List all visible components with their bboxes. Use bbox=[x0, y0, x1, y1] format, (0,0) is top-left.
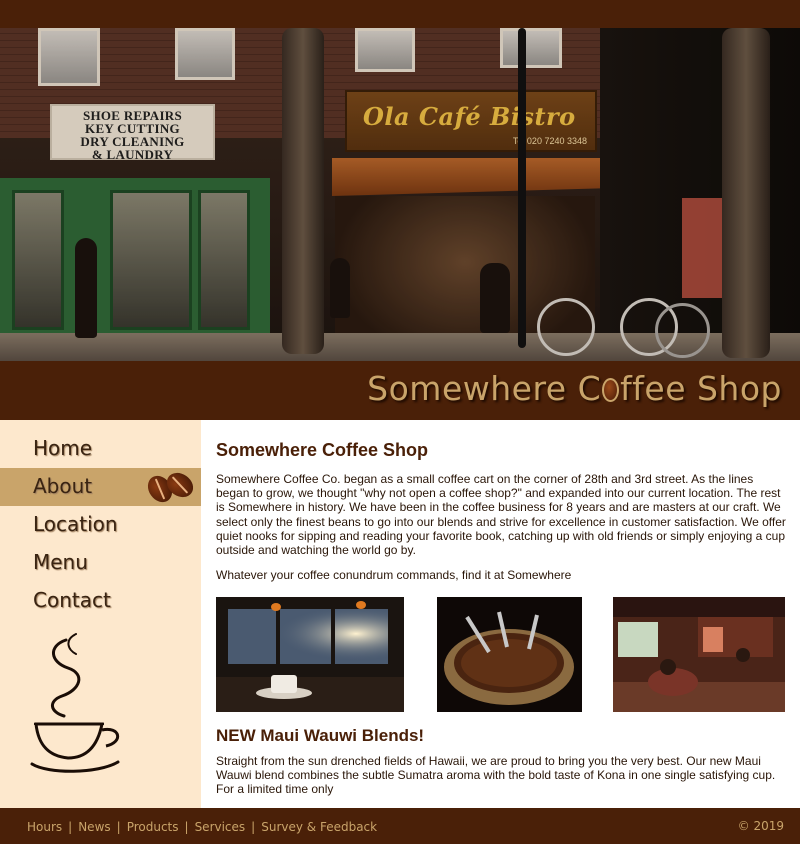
cafe-window-photo bbox=[216, 597, 404, 712]
site-title-end: ffee Shop bbox=[620, 369, 782, 408]
nav-menu[interactable]: Menu bbox=[0, 544, 201, 582]
copyright: © 2019 bbox=[737, 819, 784, 833]
top-bar bbox=[0, 0, 800, 28]
coffee-beans-photo bbox=[437, 597, 582, 712]
footer-separator: | bbox=[251, 820, 256, 834]
blend-heading: NEW Maui Wauwi Blends! bbox=[216, 726, 425, 745]
site-header: Somewhere C ffee Shop bbox=[0, 361, 800, 420]
footer-separator: | bbox=[184, 820, 189, 834]
footer-link-hours[interactable]: Hours bbox=[27, 820, 62, 834]
footer-separator: | bbox=[68, 820, 73, 834]
footer-link-services[interactable]: Services bbox=[195, 820, 246, 834]
coffee-bean-icon bbox=[602, 378, 620, 402]
footer-links: Hours | News | Products | Services | Survey & Fe… bbox=[27, 820, 377, 834]
site-title-start: Somewhere C bbox=[367, 369, 602, 408]
cafe-interior-photo bbox=[613, 597, 785, 712]
about-paragraph: Somewhere Coffee Co. began as a small co… bbox=[216, 472, 786, 558]
coffee-cup-icon bbox=[30, 633, 120, 773]
nav-about[interactable]: About bbox=[0, 467, 201, 507]
hero-photo: SHOE REPAIRS KEY CUTTING DRY CLEANING & … bbox=[0, 28, 800, 361]
footer-separator: | bbox=[116, 820, 121, 834]
main-content: Somewhere Coffee Shop Somewhere Coffee C… bbox=[201, 420, 800, 808]
coffee-beans-icon bbox=[142, 467, 198, 507]
footer-link-products[interactable]: Products bbox=[127, 820, 179, 834]
footer-link-survey[interactable]: Survey & Feedback bbox=[261, 820, 377, 834]
blend-paragraph: Straight from the sun drenched fields of… bbox=[216, 754, 776, 797]
site-title[interactable]: Somewhere C ffee Shop bbox=[367, 369, 782, 408]
photo-tint bbox=[0, 28, 800, 361]
nav-contact[interactable]: Contact bbox=[0, 582, 201, 620]
nav-home[interactable]: Home bbox=[0, 430, 201, 468]
footer-link-news[interactable]: News bbox=[78, 820, 110, 834]
tagline: Whatever your coffee conundrum commands,… bbox=[216, 568, 572, 582]
footer: Hours | News | Products | Services | Survey & Fe… bbox=[0, 808, 800, 844]
nav-location[interactable]: Location bbox=[0, 506, 201, 544]
page-title: Somewhere Coffee Shop bbox=[216, 440, 429, 460]
